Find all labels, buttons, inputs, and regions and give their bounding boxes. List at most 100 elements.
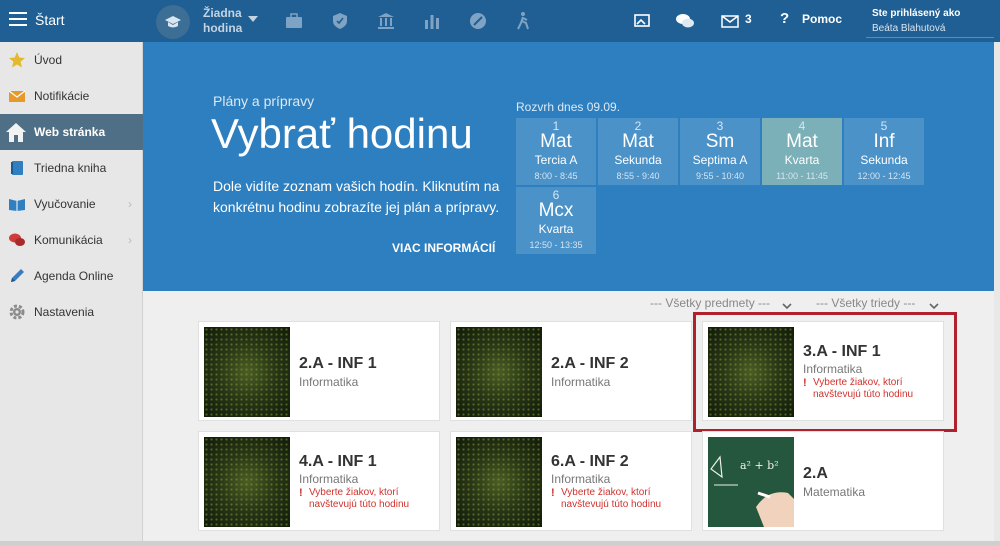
schedule-cell[interactable]: 1 Mat Tercia A 8:00 - 8:45: [516, 118, 596, 185]
lesson-title: 6.A - INF 2: [551, 453, 629, 470]
sidebar-item-label: Nastavenia: [34, 305, 95, 319]
subject-filter[interactable]: --- Všetky predmety ---: [650, 296, 770, 310]
help-icon[interactable]: ?: [780, 10, 789, 27]
sidebar-item-vyucovanie[interactable]: Vyučovanie ›: [0, 186, 143, 222]
gear-icon: [8, 303, 26, 321]
lesson-card[interactable]: 6.A - INF 2 Informatika ! Vyberte žiakov…: [450, 431, 692, 531]
sidebar-item-web-stranka[interactable]: Web stránka: [0, 114, 143, 150]
lesson-card[interactable]: a² + b² 2.A Matematika: [702, 431, 944, 531]
chalkboard-thumbnail: a² + b²: [708, 437, 794, 527]
book-icon: [8, 159, 26, 177]
schedule-class: Kvarta: [538, 222, 574, 236]
chalkboard-formula: a² + b²: [740, 459, 779, 472]
house-icon: [4, 120, 28, 144]
schedule-class: Kvarta: [784, 153, 820, 167]
bank-icon[interactable]: [376, 11, 396, 31]
cast-icon[interactable]: [632, 11, 652, 31]
warning-text: Vyberte žiakov, ktorí navštevujú túto ho…: [309, 487, 410, 510]
message-count-badge: 3: [745, 12, 752, 26]
mail-icon[interactable]: [720, 11, 740, 31]
sidebar-item-label: Úvod: [34, 53, 63, 67]
lesson-subject: Informatika: [551, 472, 611, 486]
warning-icon: !: [299, 487, 303, 499]
code-thumbnail: [204, 437, 290, 527]
schedule-subject: Mcx: [538, 200, 574, 221]
schedule-time: 8:00 - 8:45: [534, 171, 578, 181]
user-name: Beáta Blahutová: [872, 23, 946, 34]
lesson-subject: Informatika: [299, 472, 359, 486]
lesson-title: 2.A: [803, 465, 828, 482]
hero-description: Dole vidíte zoznam vašich hodín. Kliknut…: [213, 178, 500, 215]
chevron-down-icon[interactable]: [782, 298, 792, 310]
sidebar-item-agenda-online[interactable]: Agenda Online: [0, 258, 143, 294]
lesson-title: 4.A - INF 1: [299, 453, 377, 470]
lesson-title: 2.A - INF 2: [551, 355, 629, 372]
lesson-title: 2.A - INF 1: [299, 355, 377, 372]
sidebar-item-uvod[interactable]: Úvod: [0, 42, 143, 78]
highlight-box: [693, 312, 957, 432]
briefcase-icon[interactable]: [284, 11, 304, 31]
schedule-class: Sekunda: [860, 153, 908, 167]
lesson-subject: Informatika: [551, 375, 611, 389]
sidebar-item-label: Notifikácie: [34, 89, 90, 103]
schedule-class: Tercia A: [534, 153, 578, 167]
pencil-icon: [8, 267, 26, 285]
sidebar-item-triedna-kniha[interactable]: Triedna kniha: [0, 150, 143, 186]
sidebar-item-notifikacie[interactable]: Notifikácie: [0, 78, 143, 114]
chat-bubbles-icon: [8, 231, 26, 249]
bottom-border: [0, 541, 1000, 546]
schedule-cell[interactable]: 3 Sm Septima A 9:55 - 10:40: [680, 118, 760, 185]
chevron-right-icon: ›: [128, 197, 132, 211]
code-thumbnail: [456, 437, 542, 527]
hiking-icon[interactable]: [513, 11, 533, 31]
warning-message: ! Vyberte žiakov, ktorí navštevujú túto …: [551, 487, 689, 511]
schedule-cell-current[interactable]: 4 Mat Kvarta 11:00 - 11:45: [762, 118, 842, 185]
lesson-card[interactable]: 2.A - INF 2 Informatika: [450, 321, 692, 421]
chevron-down-icon[interactable]: [248, 16, 258, 22]
schedule-title: Rozvrh dnes 09.09.: [516, 100, 621, 114]
schedule-cell[interactable]: 6 Mcx Kvarta 12:50 - 13:35: [516, 187, 596, 254]
schedule-class: Sekunda: [614, 153, 662, 167]
class-filter[interactable]: --- Všetky triedy ---: [816, 296, 915, 310]
user-account[interactable]: Ste prihlásený ako Beáta Blahutová: [866, 4, 994, 38]
star-icon: [8, 51, 26, 69]
shield-icon[interactable]: [330, 11, 350, 31]
sidebar-item-komunikacia[interactable]: Komunikácia ›: [0, 222, 143, 258]
schedule-class: Septima A: [692, 153, 748, 167]
scrollbar[interactable]: [994, 42, 1000, 546]
lesson-selector[interactable]: Žiadna hodina: [203, 6, 242, 36]
warning-icon: !: [551, 487, 555, 499]
schedule-cell[interactable]: 2 Mat Sekunda 8:55 - 9:40: [598, 118, 678, 185]
satellite-icon[interactable]: [468, 11, 488, 31]
schedule-subject: Mat: [786, 131, 818, 152]
hero-banner: Plány a prípravy Vybrať hodinu Dole vidí…: [143, 42, 1000, 291]
top-bar: Štart Žiadna hodina 3 ? Pomoc Ste prihlá…: [0, 0, 1000, 42]
bar-chart-icon[interactable]: [422, 11, 442, 31]
chevron-down-icon[interactable]: [929, 298, 939, 310]
hero-subtitle: Plány a prípravy: [213, 93, 315, 109]
menu-icon[interactable]: [9, 12, 27, 26]
lesson-selector-line1: Žiadna: [203, 6, 242, 20]
schedule-subject: Mat: [622, 131, 654, 152]
sidebar-item-label: Web stránka: [34, 125, 106, 139]
lesson-selector-line2: hodina: [203, 21, 243, 35]
schedule-time: 9:55 - 10:40: [695, 171, 745, 181]
sidebar-item-nastavenia[interactable]: Nastavenia: [0, 294, 143, 330]
graduation-cap-icon[interactable]: [156, 5, 190, 39]
schedule-cell[interactable]: 5 Inf Sekunda 12:00 - 12:45: [844, 118, 924, 185]
schedule-time: 12:50 - 13:35: [529, 240, 583, 250]
help-link[interactable]: Pomoc: [802, 12, 842, 26]
start-link[interactable]: Štart: [35, 12, 65, 28]
page-title: Vybrať hodinu: [211, 110, 473, 157]
lesson-card[interactable]: 4.A - INF 1 Informatika ! Vyberte žiakov…: [198, 431, 440, 531]
sidebar: Úvod Notifikácie Web stránka Triedna kni…: [0, 42, 143, 546]
open-book-icon: [8, 195, 26, 213]
chat-icon[interactable]: [675, 11, 695, 31]
lesson-subject: Informatika: [299, 375, 359, 389]
lesson-card[interactable]: 2.A - INF 1 Informatika: [198, 321, 440, 421]
more-info-link[interactable]: VIAC INFORMÁCIÍ: [392, 241, 495, 255]
schedule-time: 11:00 - 11:45: [776, 171, 828, 181]
chevron-right-icon: ›: [128, 233, 132, 247]
schedule-subject: Inf: [873, 131, 895, 152]
sidebar-item-label: Agenda Online: [34, 269, 114, 283]
